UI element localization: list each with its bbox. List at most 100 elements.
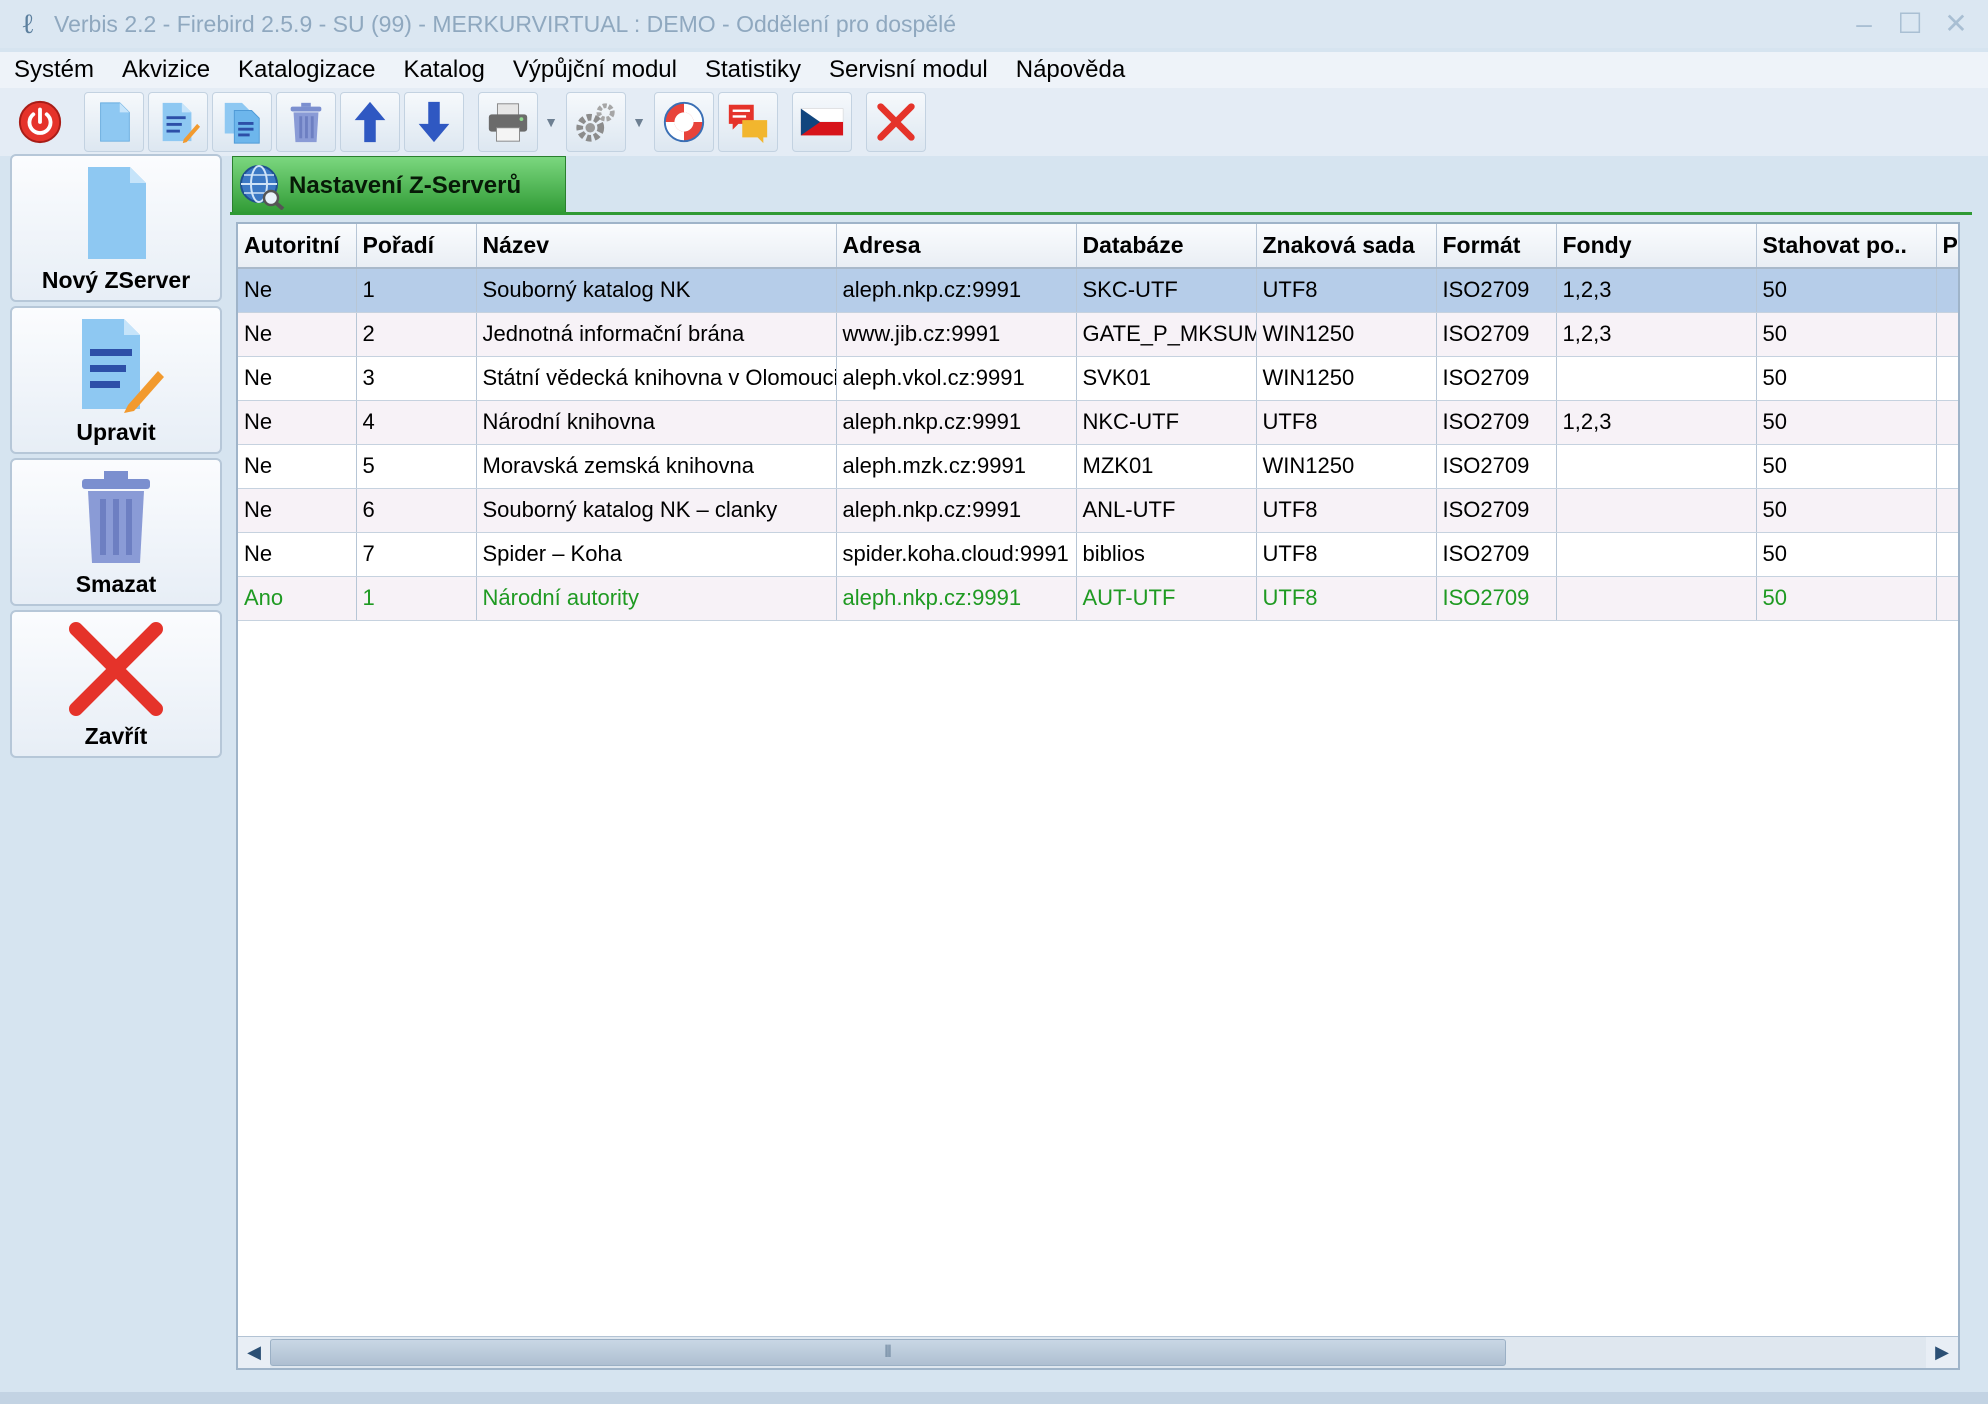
- menu-service[interactable]: Servisní modul: [815, 56, 1002, 84]
- tab-label: Nastavení Z-Serverů: [289, 171, 522, 199]
- edit-button[interactable]: [148, 92, 208, 152]
- table-row[interactable]: Ne 4 Národní knihovna aleph.nkp.cz:9991 NKC-…: [238, 400, 1958, 445]
- delete-zserver-button[interactable]: Smazat: [10, 458, 222, 606]
- print-button[interactable]: [478, 92, 538, 152]
- table-row[interactable]: Ne 6 Souborný katalog NK – clanky aleph.nkp…: [238, 488, 1958, 533]
- messages-button[interactable]: [718, 92, 778, 152]
- scroll-right-icon[interactable]: ▶: [1926, 1337, 1958, 1368]
- maximize-icon[interactable]: ☐: [1892, 6, 1928, 42]
- arrow-up-icon: [354, 101, 386, 143]
- move-up-button[interactable]: [340, 92, 400, 152]
- table-cell: Souborný katalog NK: [476, 268, 837, 313]
- table-cell: 1,2,3: [1556, 400, 1757, 445]
- table-row[interactable]: Ne 2 Jednotná informační brána www.jib.cz:9…: [238, 312, 1958, 357]
- settings-button[interactable]: [566, 92, 626, 152]
- zserver-grid[interactable]: Autoritní Pořadí Název Adresa Databáze Znakov…: [236, 222, 1960, 1370]
- table-cell: Ne: [238, 488, 357, 533]
- column-header[interactable]: Pořadí: [356, 224, 477, 269]
- table-cell: [1556, 356, 1757, 401]
- power-button[interactable]: [10, 92, 70, 152]
- lifebuoy-icon: [663, 101, 705, 143]
- table-row[interactable]: Ne 3 Státní vědecká knihovna v Olomouci ale…: [238, 356, 1958, 401]
- table-row[interactable]: Ano 1 Národní autority aleph.nkp.cz:9991 AUT…: [238, 576, 1958, 621]
- edit-document-icon: [162, 102, 201, 144]
- table-row[interactable]: Ne 5 Moravská zemská knihovna aleph.mzk.cz:…: [238, 444, 1958, 489]
- czech-flag-icon: [800, 108, 844, 136]
- table-cell: [1936, 444, 1958, 489]
- column-header[interactable]: P: [1936, 224, 1958, 269]
- close-form-button[interactable]: Zavřít: [10, 610, 222, 758]
- table-cell: 2: [356, 312, 477, 357]
- menu-catalog[interactable]: Katalog: [389, 56, 498, 84]
- table-row[interactable]: Ne 1 Souborný katalog NK aleph.nkp.cz:9991 S…: [238, 268, 1958, 313]
- column-header[interactable]: Fondy: [1556, 224, 1757, 269]
- menu-system[interactable]: Systém: [0, 56, 108, 84]
- tab-zserver-settings[interactable]: Nastavení Z-Serverů: [232, 156, 566, 214]
- scrollbar-thumb[interactable]: ⦀: [270, 1339, 1506, 1366]
- column-header[interactable]: Databáze: [1076, 224, 1257, 269]
- menu-acquisition[interactable]: Akvizice: [108, 56, 224, 84]
- table-cell: ISO2709: [1436, 532, 1557, 577]
- table-cell: GATE_P_MKSUM0: [1076, 312, 1257, 357]
- table-cell: Ne: [238, 444, 357, 489]
- help-button[interactable]: [654, 92, 714, 152]
- edit-zserver-label: Upravit: [76, 419, 156, 445]
- copy-button[interactable]: [212, 92, 272, 152]
- new-button[interactable]: [84, 92, 144, 152]
- scroll-left-icon[interactable]: ◀: [238, 1337, 270, 1368]
- table-cell: [1556, 444, 1757, 489]
- minimize-icon[interactable]: –: [1846, 6, 1882, 42]
- table-cell: ISO2709: [1436, 488, 1557, 533]
- menu-help[interactable]: Nápověda: [1002, 56, 1139, 84]
- close-window-icon[interactable]: ✕: [1938, 6, 1974, 42]
- table-cell: UTF8: [1256, 488, 1437, 533]
- table-cell: UTF8: [1256, 532, 1437, 577]
- table-cell: 50: [1756, 576, 1937, 621]
- power-icon: [18, 100, 62, 144]
- table-cell: SKC-UTF: [1076, 268, 1257, 313]
- menu-statistics[interactable]: Statistiky: [691, 56, 815, 84]
- table-cell: aleph.vkol.cz:9991: [836, 356, 1077, 401]
- settings-dropdown-arrow[interactable]: ▼: [630, 92, 648, 152]
- edit-zserver-button[interactable]: Upravit: [10, 306, 222, 454]
- menu-circulation[interactable]: Výpůjční modul: [499, 56, 691, 84]
- move-down-button[interactable]: [404, 92, 464, 152]
- table-cell: Národní knihovna: [476, 400, 837, 445]
- table-cell: ISO2709: [1436, 312, 1557, 357]
- window-controls: – ☐ ✕: [1846, 6, 1974, 42]
- table-cell: aleph.nkp.cz:9991: [836, 488, 1077, 533]
- column-header[interactable]: Formát: [1436, 224, 1557, 269]
- table-cell: Spider – Koha: [476, 532, 837, 577]
- table-cell: Ne: [238, 400, 357, 445]
- column-header[interactable]: Autoritní: [238, 224, 357, 269]
- delete-button[interactable]: [276, 92, 336, 152]
- table-cell: AUT-UTF: [1076, 576, 1257, 621]
- new-zserver-button[interactable]: Nový ZServer: [10, 154, 222, 302]
- print-dropdown-arrow[interactable]: ▼: [542, 92, 560, 152]
- title-bar: ℓ Verbis 2.2 - Firebird 2.5.9 - SU (99) …: [0, 0, 1988, 48]
- horizontal-scrollbar[interactable]: ◀ ⦀ ▶: [238, 1336, 1958, 1368]
- column-header[interactable]: Název: [476, 224, 837, 269]
- table-cell: [1936, 488, 1958, 533]
- status-bar: [0, 1392, 1988, 1404]
- table-cell: 3: [356, 356, 477, 401]
- arrow-down-icon: [418, 101, 450, 143]
- table-cell: www.jib.cz:9991: [836, 312, 1077, 357]
- table-cell: 7: [356, 532, 477, 577]
- table-cell: Ne: [238, 532, 357, 577]
- column-header[interactable]: Stahovat po..: [1756, 224, 1937, 269]
- table-cell: 1: [356, 576, 477, 621]
- copy-document-icon: [224, 102, 260, 144]
- column-header[interactable]: Znaková sada: [1256, 224, 1437, 269]
- close-button[interactable]: [866, 92, 926, 152]
- table-cell: aleph.nkp.cz:9991: [836, 268, 1077, 313]
- table-row[interactable]: Ne 7 Spider – Koha spider.koha.cloud:9991 bi…: [238, 532, 1958, 577]
- menu-cataloguing[interactable]: Katalogizace: [224, 56, 389, 84]
- table-cell: [1936, 268, 1958, 313]
- language-button[interactable]: [792, 92, 852, 152]
- tab-underline: [230, 212, 1972, 215]
- zserver-table: Autoritní Pořadí Název Adresa Databáze Znakov…: [238, 224, 1958, 621]
- table-cell: ISO2709: [1436, 356, 1557, 401]
- close-icon: [69, 622, 163, 716]
- column-header[interactable]: Adresa: [836, 224, 1077, 269]
